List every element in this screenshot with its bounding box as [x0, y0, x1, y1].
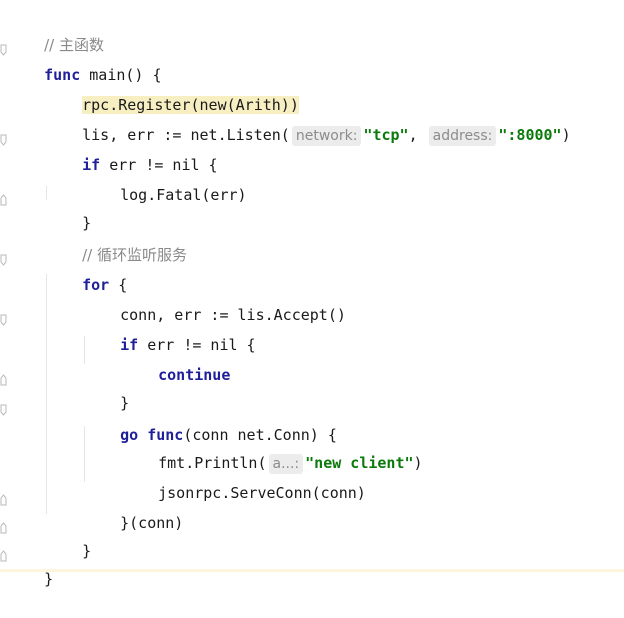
fold-marker-icon[interactable]: [0, 404, 8, 416]
code-line[interactable]: }: [84, 364, 129, 412]
code-text: jsonrpc.ServeConn(conn): [158, 484, 366, 502]
code-text: ,: [408, 126, 418, 144]
fold-end-marker-icon[interactable]: [0, 194, 8, 206]
string-literal: ":8000": [498, 126, 562, 144]
code-editor[interactable]: // 主函数 func main() { rpc.Register(new(Ar…: [0, 0, 624, 588]
code-line[interactable]: func main() {: [8, 36, 161, 84]
code-text: ): [561, 126, 571, 144]
code-line[interactable]: // 主函数: [8, 6, 104, 54]
code-text: }: [82, 542, 92, 560]
code-line[interactable]: conn, err := lis.Accept(): [84, 276, 346, 324]
keyword: continue: [158, 366, 231, 384]
code-line[interactable]: rpc.Register(new(Arith)): [46, 66, 299, 114]
code-line[interactable]: if err != nil {: [84, 306, 255, 354]
parameter-hint: network:: [291, 126, 362, 146]
fold-marker-icon[interactable]: [0, 254, 8, 266]
fold-end-marker-icon[interactable]: [0, 550, 8, 562]
fold-end-marker-icon[interactable]: [0, 374, 8, 386]
code-line[interactable]: }: [46, 512, 91, 560]
code-line[interactable]: for {: [46, 246, 127, 294]
fold-marker-icon[interactable]: [0, 314, 8, 326]
fold-marker-icon[interactable]: [0, 44, 8, 56]
code-text: ): [413, 454, 423, 472]
string-literal: "tcp": [363, 126, 409, 144]
code-line[interactable]: if err != nil {: [46, 126, 217, 174]
fold-end-marker-icon[interactable]: [0, 522, 8, 534]
code-text: }: [44, 570, 54, 588]
code-line[interactable]: fmt.Println(a...: "new client"): [122, 424, 423, 474]
code-line[interactable]: }: [8, 540, 53, 588]
code-line[interactable]: // 循环监听服务: [46, 216, 187, 264]
code-line[interactable]: jsonrpc.ServeConn(conn): [122, 454, 366, 502]
code-line[interactable]: lis, err := net.Listen(network: "tcp", ad…: [46, 96, 571, 146]
code-line[interactable]: }(conn): [84, 484, 183, 532]
code-line[interactable]: go func(conn net.Conn) {: [84, 396, 337, 444]
code-line[interactable]: continue: [122, 336, 230, 384]
parameter-hint: address:: [428, 126, 497, 146]
code-text: }(conn): [120, 514, 184, 532]
code-line[interactable]: }: [46, 184, 91, 232]
fold-end-marker-icon[interactable]: [0, 494, 8, 506]
code-text: log.Fatal(err): [120, 186, 247, 204]
fold-marker-icon[interactable]: [0, 134, 8, 146]
code-line[interactable]: log.Fatal(err): [84, 156, 246, 204]
